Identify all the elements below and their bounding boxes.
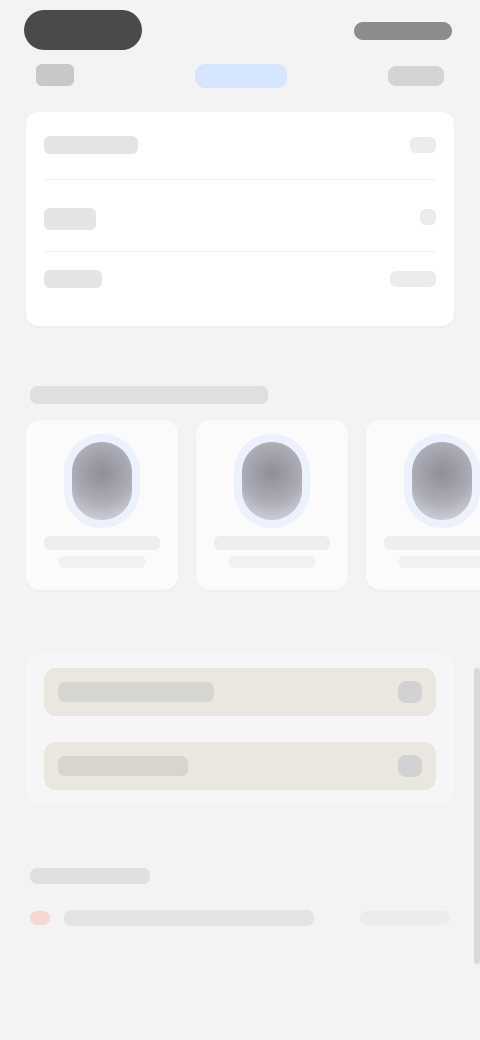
footer-row-meta-value xyxy=(30,906,31,907)
action-label xyxy=(58,756,188,776)
summary-value-text xyxy=(44,262,45,263)
footer-row-text-value xyxy=(30,906,31,907)
product-card[interactable] xyxy=(366,420,480,590)
action-label-text xyxy=(44,742,45,743)
product-subtitle xyxy=(58,556,146,568)
footer-row-text xyxy=(64,910,314,926)
action-label xyxy=(58,682,214,702)
status-icons xyxy=(354,22,452,40)
product-subtitle-text xyxy=(366,420,367,421)
product-image xyxy=(242,442,302,520)
chevron-right-icon xyxy=(398,681,422,703)
status-pill xyxy=(24,10,142,50)
action-row[interactable] xyxy=(44,668,436,716)
summary-divider xyxy=(44,251,436,252)
product-subtitle-text xyxy=(26,420,27,421)
summary-label-text xyxy=(44,262,45,263)
status-dot-icon xyxy=(30,911,50,925)
action-group xyxy=(26,654,454,804)
summary-label xyxy=(44,208,96,230)
summary-label-text xyxy=(44,200,45,201)
summary-label xyxy=(44,270,102,288)
more-icon[interactable] xyxy=(388,66,444,86)
product-card[interactable] xyxy=(196,420,348,590)
product-title xyxy=(384,536,480,550)
product-title-text xyxy=(26,420,27,421)
summary-label-text xyxy=(44,128,45,129)
product-subtitle xyxy=(398,556,480,568)
active-tab[interactable] xyxy=(195,64,287,88)
product-image xyxy=(412,442,472,520)
product-title xyxy=(214,536,330,550)
action-label-text xyxy=(44,668,45,669)
summary-value-text xyxy=(44,200,45,201)
summary-value xyxy=(410,137,436,153)
action-row[interactable] xyxy=(44,742,436,790)
footer-row-meta xyxy=(360,911,450,925)
summary-row[interactable] xyxy=(44,200,436,252)
carousel-track xyxy=(26,420,480,590)
top-navigation xyxy=(0,54,480,102)
footer-row[interactable] xyxy=(30,906,450,930)
summary-value xyxy=(420,209,436,225)
summary-value xyxy=(390,271,436,287)
summary-divider xyxy=(44,179,436,180)
scrollbar[interactable] xyxy=(474,668,480,964)
summary-row[interactable] xyxy=(44,128,436,180)
summary-label xyxy=(44,136,138,154)
summary-card xyxy=(26,112,454,326)
product-title xyxy=(44,536,160,550)
product-subtitle xyxy=(228,556,316,568)
recommendations-title xyxy=(30,386,268,404)
product-subtitle-text xyxy=(196,420,197,421)
footer-title xyxy=(30,868,150,884)
chevron-right-icon xyxy=(398,755,422,777)
summary-value-text xyxy=(44,128,45,129)
product-title-text xyxy=(196,420,197,421)
product-carousel xyxy=(26,420,480,602)
product-title-text xyxy=(366,420,367,421)
summary-row[interactable] xyxy=(44,262,436,296)
back-icon[interactable] xyxy=(36,64,74,86)
product-image xyxy=(72,442,132,520)
product-card[interactable] xyxy=(26,420,178,590)
